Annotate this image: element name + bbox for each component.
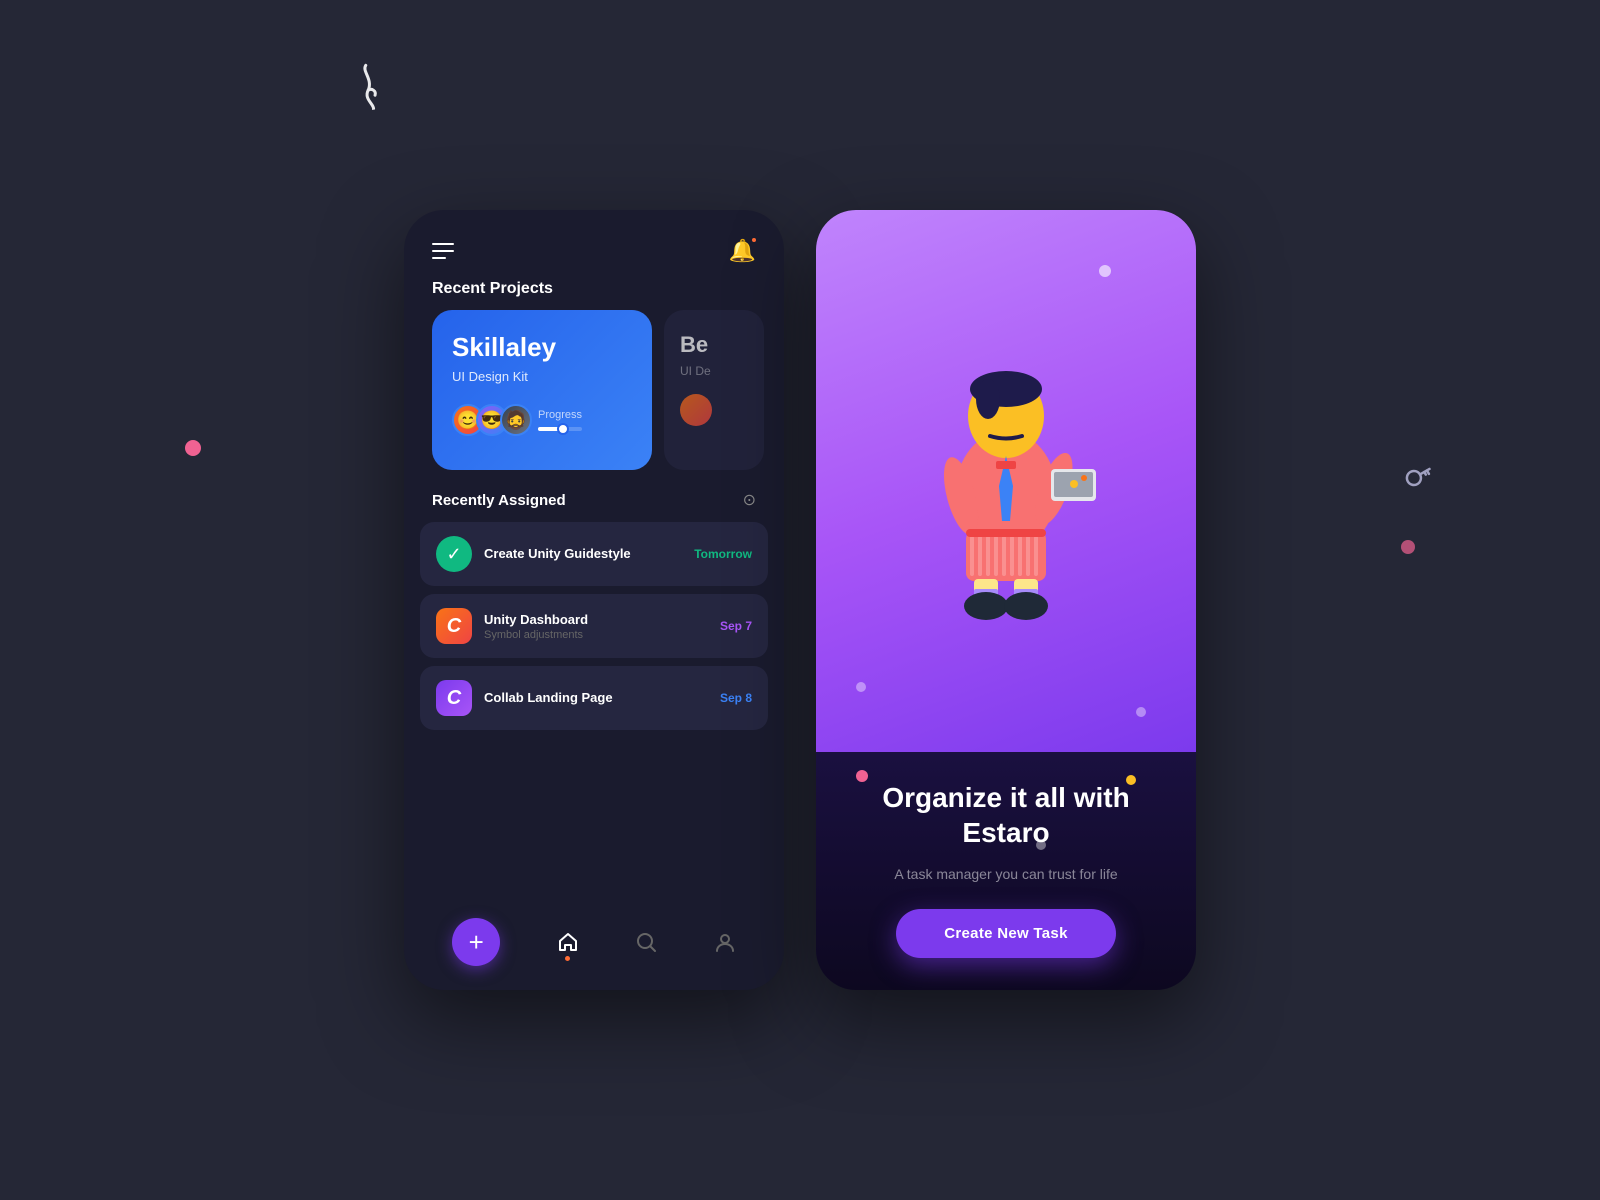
task-name-2: Unity Dashboard — [484, 612, 720, 627]
phone-bottom-section: Organize it all with Estaro A task manag… — [816, 752, 1196, 990]
nav-fab-add[interactable]: + — [452, 918, 500, 966]
filter-icon[interactable]: ⊙ — [743, 490, 756, 510]
progress-bar — [538, 427, 582, 431]
key-decoration — [1398, 455, 1442, 502]
project-card-main[interactable]: Skillaley UI Design Kit 😊 😎 🧔 Progress — [432, 310, 652, 470]
task-icon-collab: C — [436, 680, 472, 716]
app-subtitle: A task manager you can trust for life — [894, 864, 1117, 885]
task-list: ✓ Create Unity Guidestyle Tomorrow C Uni… — [404, 522, 784, 730]
plus-icon: + — [469, 929, 484, 955]
phones-wrapper: 🔔 Recent Projects Skillaley UI Design Ki… — [404, 210, 1196, 990]
recent-projects-title: Recent Projects — [404, 280, 784, 310]
task-name-1: Create Unity Guidestyle — [484, 546, 694, 561]
nav-search[interactable] — [635, 931, 657, 953]
active-indicator — [565, 956, 570, 961]
progress-thumb — [557, 423, 569, 435]
task-date-2: Sep 7 — [720, 619, 752, 633]
task-date-1: Tomorrow — [694, 547, 752, 561]
project-card-secondary[interactable]: Be UI De — [664, 310, 764, 470]
hamburger-menu[interactable] — [432, 243, 454, 259]
secondary-avatar — [680, 394, 712, 426]
bg-decoration-dot-2 — [1401, 540, 1415, 554]
project-type: UI Design Kit — [452, 369, 632, 384]
create-new-task-button[interactable]: Create New Task — [896, 909, 1115, 958]
bg-decoration-dot-1 — [185, 440, 201, 456]
nav-home[interactable] — [557, 931, 579, 953]
projects-scroll: Skillaley UI Design Kit 😊 😎 🧔 Progress — [404, 310, 784, 470]
phone-header: 🔔 — [404, 210, 784, 280]
scribble-decoration — [345, 57, 395, 122]
phone-top-section — [816, 210, 1196, 752]
task-icon-check: ✓ — [436, 536, 472, 572]
right-phone: Organize it all with Estaro A task manag… — [816, 210, 1196, 990]
float-pink-left — [856, 770, 868, 782]
float-dot-1 — [1099, 265, 1111, 277]
float-orange-right — [1126, 775, 1136, 785]
nav-profile[interactable] — [714, 931, 736, 953]
notification-dot — [750, 236, 758, 244]
left-phone: 🔔 Recent Projects Skillaley UI Design Ki… — [404, 210, 784, 990]
task-icon-unity: C — [436, 608, 472, 644]
task-item-3[interactable]: C Collab Landing Page Sep 8 — [420, 666, 768, 730]
notification-bell[interactable]: 🔔 — [729, 238, 756, 264]
project-name-secondary: Be — [680, 332, 748, 358]
profile-icon — [714, 931, 736, 953]
app-tagline: Organize it all with Estaro — [846, 780, 1166, 850]
float-dot-2 — [1136, 707, 1146, 717]
avatar-3: 🧔 — [500, 404, 532, 436]
search-icon — [635, 931, 657, 953]
task-sub-2: Symbol adjustments — [484, 629, 720, 641]
task-date-3: Sep 8 — [720, 691, 752, 705]
progress-fill — [538, 427, 564, 431]
project-name: Skillaley — [452, 332, 632, 363]
task-item-2[interactable]: C Unity Dashboard Symbol adjustments Sep… — [420, 594, 768, 658]
float-white-mid — [1036, 840, 1046, 850]
home-icon — [557, 931, 579, 953]
character-illustration — [906, 321, 1106, 641]
recently-assigned-header: Recently Assigned ⊙ — [404, 470, 784, 522]
float-dot-3 — [856, 682, 866, 692]
task-info-3: Collab Landing Page — [484, 690, 720, 707]
avatars-row: 😊 😎 🧔 Progress — [452, 404, 632, 436]
progress-label: Progress — [538, 409, 582, 421]
bottom-nav: + — [404, 902, 784, 990]
project-type-secondary: UI De — [680, 364, 748, 378]
recently-assigned-title: Recently Assigned — [432, 492, 566, 509]
task-info-1: Create Unity Guidestyle — [484, 546, 694, 563]
task-info-2: Unity Dashboard Symbol adjustments — [484, 612, 720, 641]
task-item-1[interactable]: ✓ Create Unity Guidestyle Tomorrow — [420, 522, 768, 586]
task-name-3: Collab Landing Page — [484, 690, 720, 705]
